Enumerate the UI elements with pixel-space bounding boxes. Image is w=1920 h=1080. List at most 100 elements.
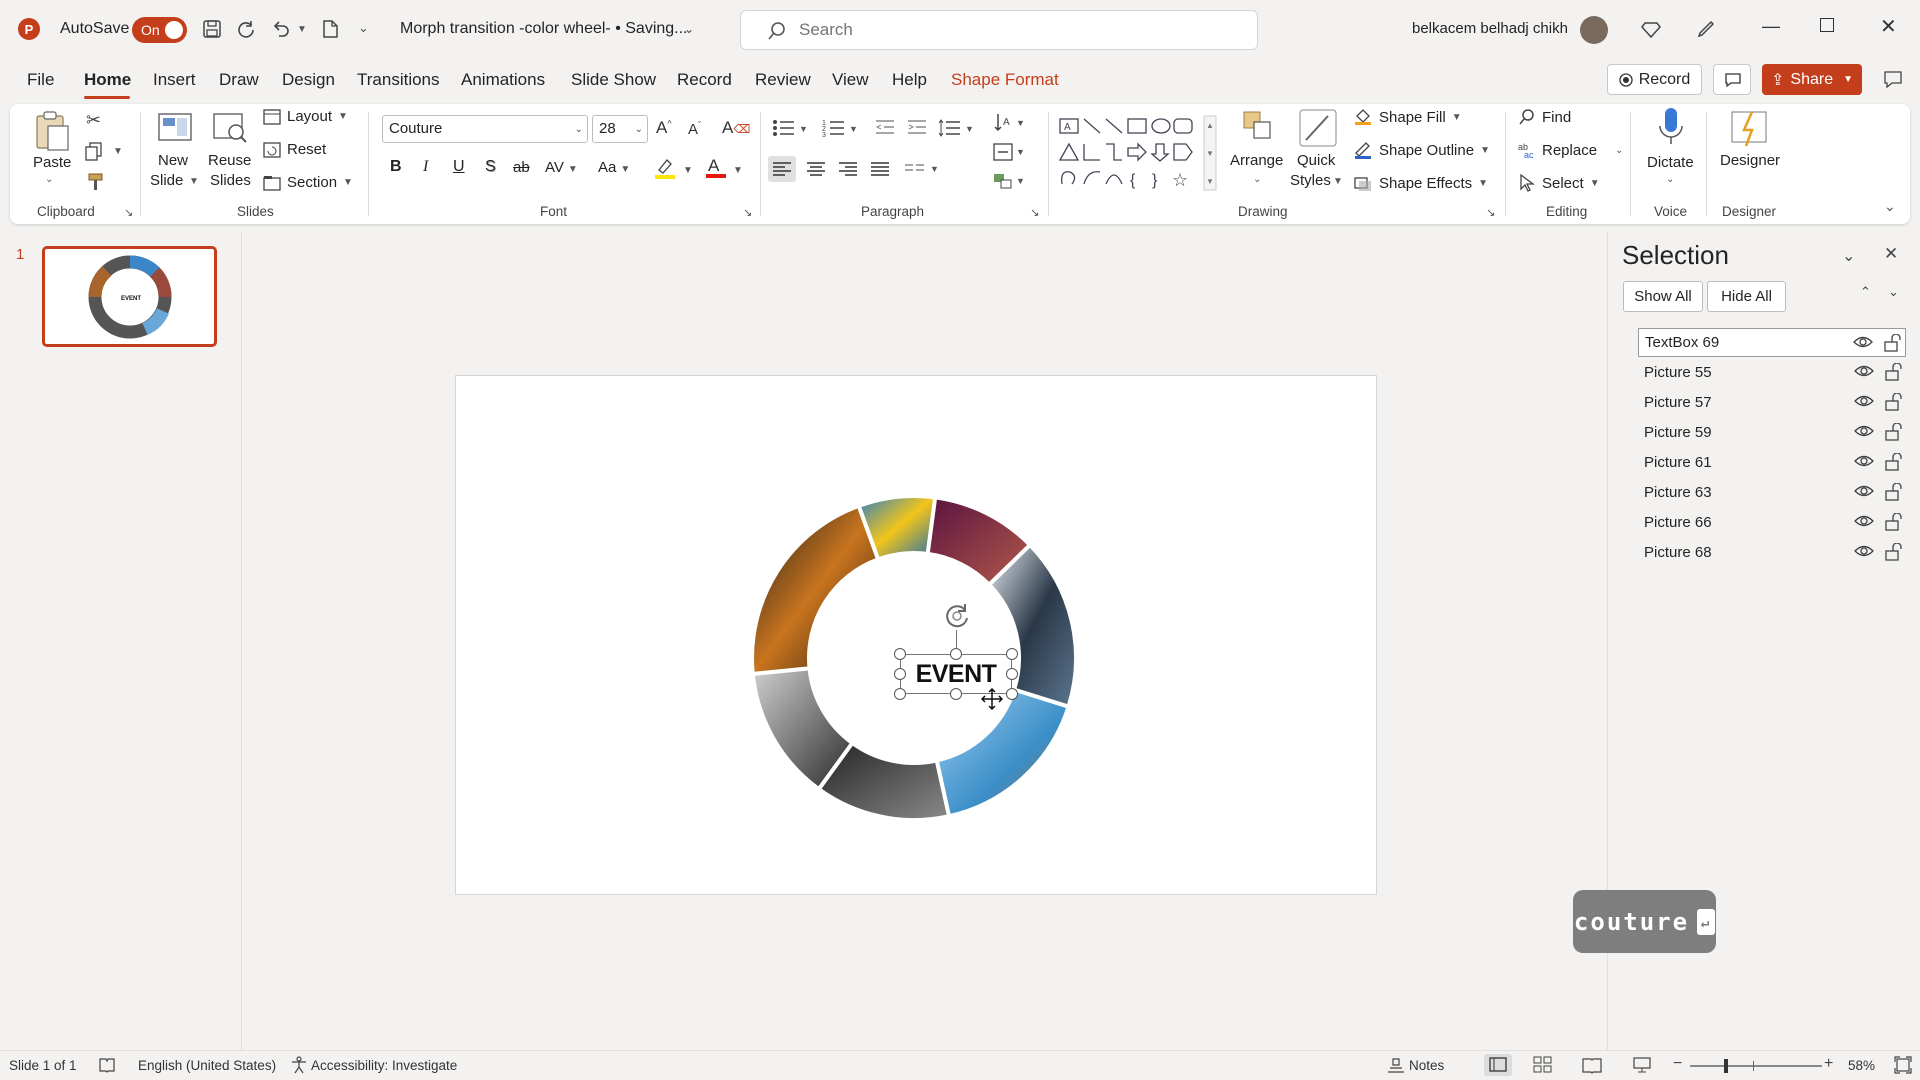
- slide-count[interactable]: Slide 1 of 1: [9, 1058, 77, 1073]
- tab-help[interactable]: Help: [892, 70, 927, 90]
- tab-shape-format[interactable]: Shape Format: [951, 70, 1059, 90]
- font-color-button[interactable]: A: [704, 154, 728, 184]
- selection-item[interactable]: Picture 68: [1638, 538, 1906, 567]
- resize-handle[interactable]: [950, 688, 962, 700]
- send-backward-icon[interactable]: ⌄: [1888, 284, 1899, 300]
- italic-button[interactable]: I: [423, 158, 428, 176]
- tab-record[interactable]: Record: [677, 70, 732, 90]
- unlock-icon[interactable]: [1884, 543, 1902, 561]
- fit-slide-icon[interactable]: [1894, 1056, 1912, 1078]
- cut-icon[interactable]: ✂: [86, 110, 101, 131]
- coauthor-icon[interactable]: [1880, 66, 1906, 92]
- notes-button[interactable]: Notes: [1409, 1058, 1444, 1073]
- selection-item[interactable]: TextBox 69: [1638, 328, 1906, 357]
- bullets-icon[interactable]: ▼: [772, 118, 808, 142]
- new-slide-chevron-icon[interactable]: ▼: [189, 176, 199, 187]
- resize-handle[interactable]: [894, 668, 906, 680]
- shape-outline-button[interactable]: Shape Outline ▼: [1353, 141, 1490, 159]
- clipboard-launcher-icon[interactable]: ↘: [124, 206, 133, 219]
- eye-icon[interactable]: [1854, 423, 1874, 439]
- unlock-icon[interactable]: [1883, 334, 1901, 352]
- pane-options-chevron-icon[interactable]: ⌄: [1842, 246, 1855, 266]
- quick-styles-chevron-icon[interactable]: ▼: [1333, 176, 1343, 187]
- columns-icon[interactable]: ▼: [902, 156, 942, 186]
- drawing-launcher-icon[interactable]: ↘: [1486, 206, 1495, 219]
- highlight-chevron-icon[interactable]: ▼: [683, 165, 693, 176]
- microphone-icon[interactable]: [1656, 106, 1686, 154]
- eye-icon[interactable]: [1854, 393, 1874, 409]
- reset-button[interactable]: Reset: [263, 141, 326, 158]
- tab-home[interactable]: Home: [84, 70, 131, 90]
- paste-label[interactable]: Paste: [33, 154, 71, 171]
- dictate-chevron-icon[interactable]: ⌄: [1666, 174, 1674, 185]
- show-all-button[interactable]: Show All: [1623, 281, 1703, 312]
- record-button[interactable]: Record: [1607, 64, 1702, 95]
- zoom-level[interactable]: 58%: [1848, 1058, 1875, 1073]
- decrease-font-size-icon[interactable]: Aˇ: [688, 120, 701, 138]
- tab-animations[interactable]: Animations: [461, 70, 545, 90]
- normal-view-button[interactable]: [1484, 1054, 1512, 1076]
- tab-insert[interactable]: Insert: [153, 70, 196, 90]
- tab-review[interactable]: Review: [755, 70, 811, 90]
- share-button[interactable]: ⇪ Share ▼: [1762, 64, 1862, 95]
- selection-item[interactable]: Picture 57: [1638, 388, 1906, 417]
- layout-button[interactable]: Layout ▼: [263, 108, 348, 125]
- close-pane-icon[interactable]: ✕: [1884, 244, 1898, 264]
- save-icon[interactable]: [199, 16, 225, 42]
- autosave-toggle[interactable]: On: [132, 17, 187, 43]
- paste-icon[interactable]: [34, 110, 72, 156]
- accessibility-icon[interactable]: [290, 1056, 308, 1078]
- new-slide-label-2[interactable]: Slide: [150, 172, 183, 189]
- character-spacing-button[interactable]: AV ▼: [545, 159, 578, 176]
- resize-handle[interactable]: [1006, 648, 1018, 660]
- paste-chevron-icon[interactable]: ⌄: [45, 174, 53, 185]
- avatar[interactable]: [1580, 16, 1608, 44]
- justify-icon[interactable]: [866, 156, 894, 186]
- eye-icon[interactable]: [1854, 543, 1874, 559]
- arrange-icon[interactable]: [1240, 108, 1276, 148]
- arrange-label[interactable]: Arrange: [1230, 152, 1283, 169]
- numbering-icon[interactable]: 1 2 3 ▼: [822, 118, 858, 142]
- resize-handle[interactable]: [894, 648, 906, 660]
- diamond-premium-icon[interactable]: [1638, 16, 1664, 42]
- search-input[interactable]: [799, 19, 1219, 41]
- unlock-icon[interactable]: [1884, 423, 1902, 441]
- notes-icon[interactable]: [1387, 1056, 1405, 1078]
- bold-button[interactable]: B: [390, 158, 402, 176]
- tab-transitions[interactable]: Transitions: [357, 70, 440, 90]
- restore-icon[interactable]: [1820, 18, 1834, 32]
- minimize-icon[interactable]: —: [1762, 16, 1780, 37]
- new-slide-icon[interactable]: [155, 110, 195, 150]
- font-launcher-icon[interactable]: ↘: [743, 206, 752, 219]
- reuse-slides-icon[interactable]: [210, 110, 250, 150]
- format-painter-icon[interactable]: [86, 172, 106, 196]
- align-center-icon[interactable]: [802, 156, 830, 186]
- resize-handle[interactable]: [1006, 668, 1018, 680]
- selection-item[interactable]: Picture 63: [1638, 478, 1906, 507]
- customize-toolbar-icon[interactable]: ⌄: [358, 20, 369, 36]
- reuse-slides-label-2[interactable]: Slides: [210, 172, 251, 189]
- increase-font-size-icon[interactable]: A^: [656, 118, 672, 138]
- slideshow-icon[interactable]: [1632, 1056, 1652, 1078]
- zoom-out-icon[interactable]: −: [1673, 1055, 1682, 1073]
- spelling-check-icon[interactable]: [98, 1057, 116, 1077]
- tab-draw[interactable]: Draw: [219, 70, 259, 90]
- unlock-icon[interactable]: [1884, 483, 1902, 501]
- undo-icon[interactable]: [268, 16, 294, 42]
- new-slide-label-1[interactable]: New: [158, 152, 188, 169]
- copy-icon[interactable]: [84, 141, 104, 165]
- select-button[interactable]: Select ▼: [1518, 174, 1600, 192]
- align-left-button[interactable]: [768, 156, 796, 182]
- eye-icon[interactable]: [1854, 453, 1874, 469]
- resize-handle[interactable]: [1006, 688, 1018, 700]
- search-box[interactable]: [740, 10, 1258, 50]
- align-right-icon[interactable]: [834, 156, 862, 186]
- document-title[interactable]: Morph transition -color wheel- • Saving.…: [400, 20, 688, 38]
- selection-item[interactable]: Picture 66: [1638, 508, 1906, 537]
- replace-button[interactable]: ab ac Replace ⌄: [1518, 141, 1623, 160]
- unlock-icon[interactable]: [1884, 363, 1902, 381]
- smartart-icon[interactable]: ▼: [992, 170, 1026, 196]
- event-text[interactable]: EVENT: [916, 660, 997, 689]
- font-name-combo[interactable]: Couture ⌄: [382, 115, 588, 143]
- increase-indent-icon[interactable]: [906, 118, 928, 142]
